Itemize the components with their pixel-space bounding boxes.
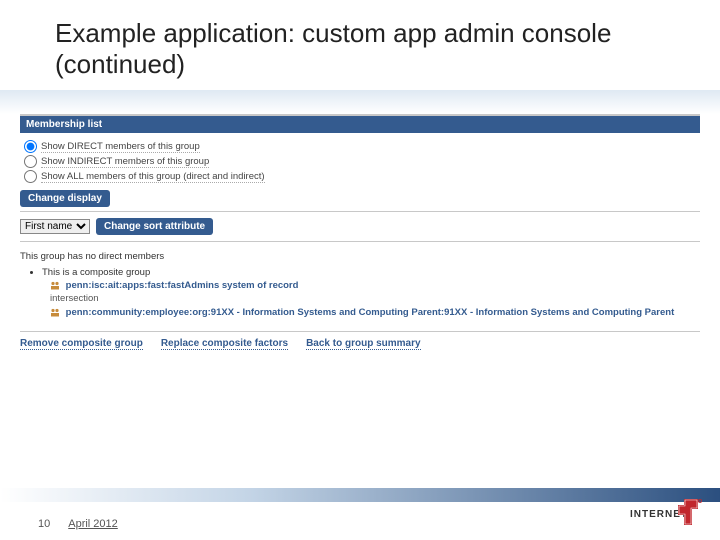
back-to-summary-link[interactable]: Back to group summary [306,338,420,350]
composite-bullet: This is a composite group [42,266,700,279]
radio-indirect[interactable] [24,155,37,168]
remove-composite-link[interactable]: Remove composite group [20,338,143,350]
slide-date: April 2012 [68,518,118,530]
people-icon [50,308,60,317]
sort-attribute-select[interactable]: First name [20,219,90,234]
slide-title: Example application: custom app admin co… [0,0,720,90]
membership-list-heading: Membership list [20,114,700,133]
member-path-row-1: penn:community:employee:org:91XX - Infor… [50,306,700,319]
group-info: This group has no direct members This is… [20,246,700,322]
footer-links: Remove composite group Replace composite… [20,331,700,360]
no-members-text: This group has no direct members [20,251,164,262]
radio-all[interactable] [24,170,37,183]
header-gradient [0,90,720,114]
radio-all-label: Show ALL members of this group (direct a… [41,171,265,183]
svg-text:R: R [699,500,701,503]
radio-row-direct: Show DIRECT members of this group [24,139,696,154]
admin-panel: Membership list Show DIRECT members of t… [0,114,720,359]
sort-controls: First name Change sort attribute [20,218,700,235]
member-path-0[interactable]: penn:isc:ait:apps:fast:fastAdmins system… [66,280,299,291]
member-path-1[interactable]: penn:community:employee:org:91XX - Infor… [66,307,675,318]
bottom-bar [0,488,720,502]
change-display-button[interactable]: Change display [20,190,110,207]
change-sort-button[interactable]: Change sort attribute [96,218,213,235]
radio-row-all: Show ALL members of this group (direct a… [24,169,696,184]
people-icon [50,281,60,290]
internet2-logo: INTERNET R [630,495,702,534]
page-meta: 10 April 2012 [38,518,118,530]
divider [20,211,700,212]
radio-direct-label: Show DIRECT members of this group [41,141,200,153]
member-path-row-0: penn:isc:ait:apps:fast:fastAdmins system… [50,279,700,292]
page-number: 10 [38,518,50,530]
radio-row-indirect: Show INDIRECT members of this group [24,154,696,169]
radio-indirect-label: Show INDIRECT members of this group [41,156,209,168]
membership-filter-radios: Show DIRECT members of this group Show I… [20,133,700,190]
intersection-label: intersection [50,292,700,305]
radio-direct[interactable] [24,140,37,153]
divider-2 [20,241,700,242]
replace-factors-link[interactable]: Replace composite factors [161,338,288,350]
